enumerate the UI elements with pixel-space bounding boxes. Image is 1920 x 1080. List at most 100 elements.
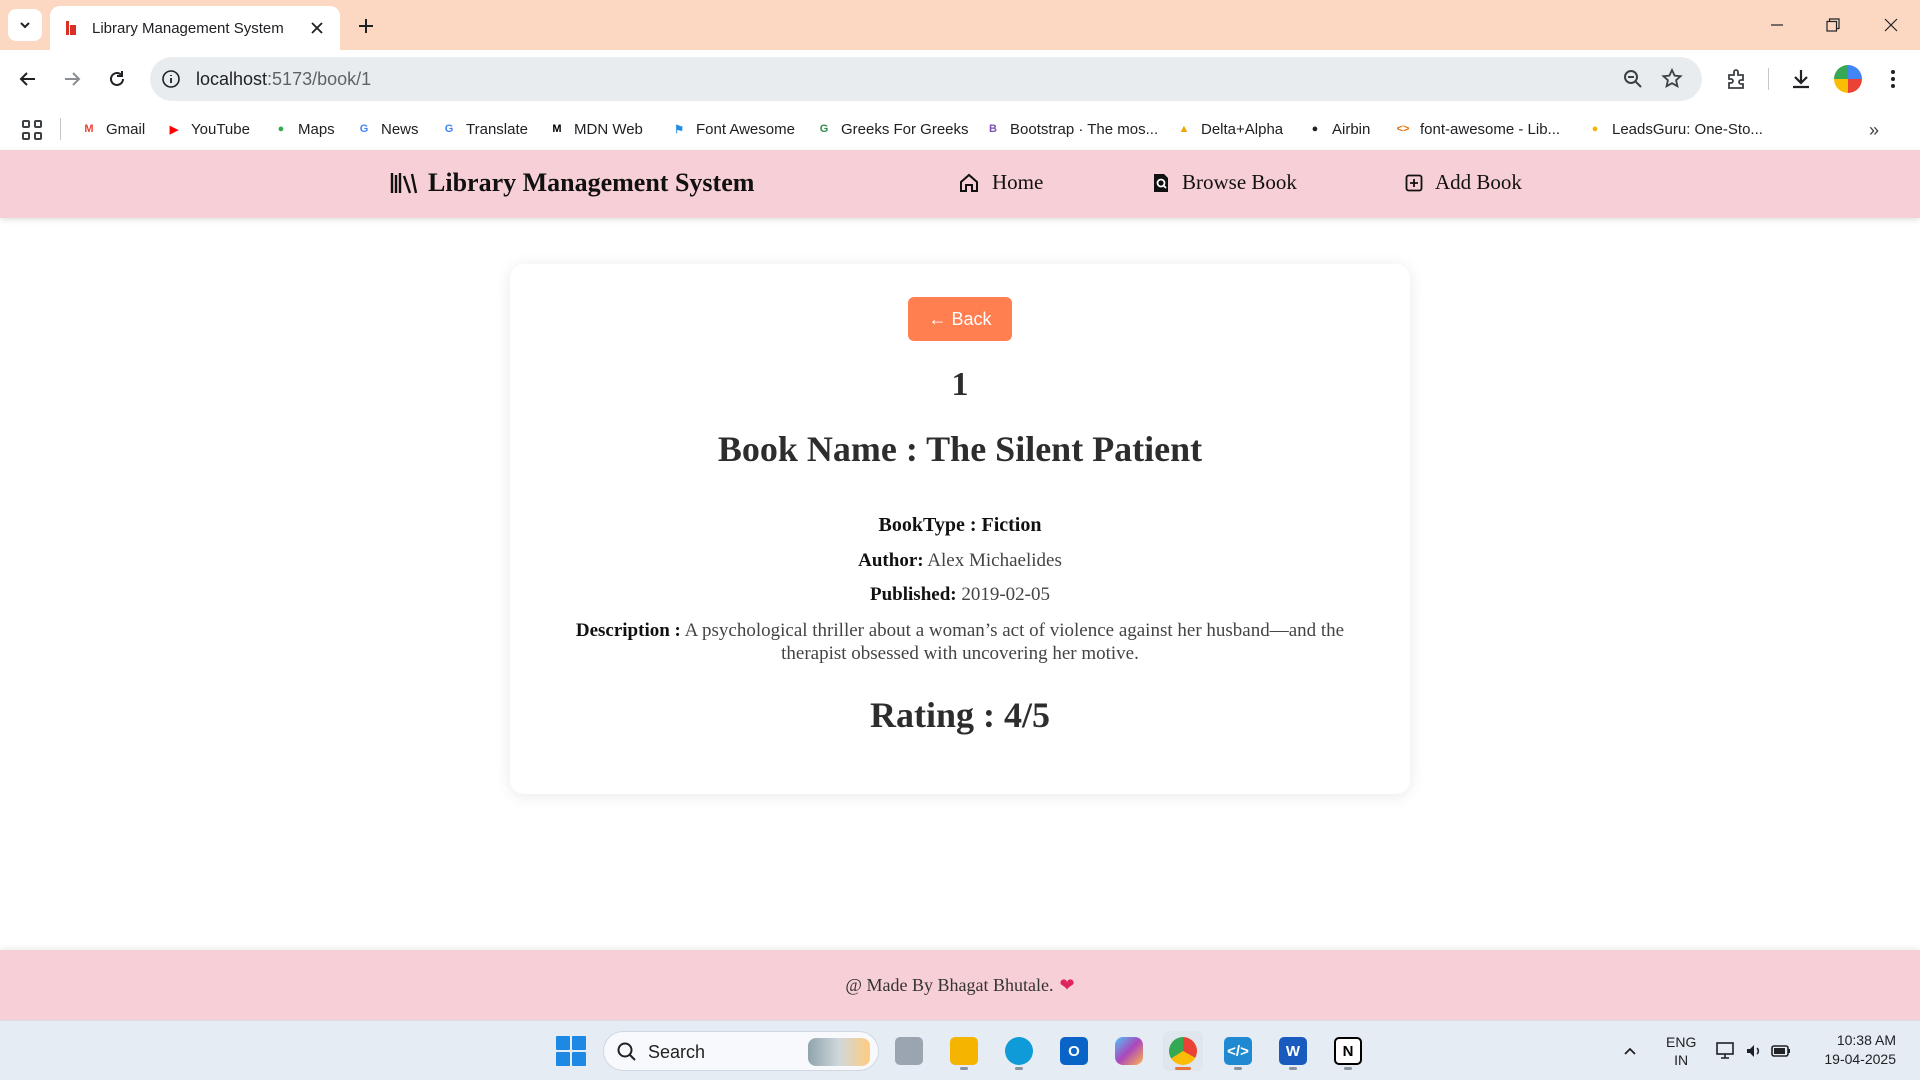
close-tab-icon[interactable] <box>306 17 328 39</box>
search-icon <box>617 1042 636 1061</box>
code-icon: <> <box>1396 123 1410 135</box>
back-nav-button[interactable] <box>12 63 44 95</box>
bookmark-star-icon[interactable] <box>1660 67 1684 91</box>
nav-browse-label: Browse Book <box>1182 170 1297 194</box>
copilot-app[interactable] <box>1109 1031 1149 1071</box>
brand[interactable]: Library Management System <box>390 168 754 198</box>
edge-app[interactable] <box>999 1031 1039 1071</box>
running-indicator <box>1234 1067 1242 1070</box>
arrow-left-icon <box>19 72 35 86</box>
vscode-icon: </> <box>1224 1037 1252 1065</box>
new-tab-button[interactable] <box>352 12 380 40</box>
bookmark-label: Greeks For Greeks <box>841 120 969 138</box>
home-icon <box>960 173 978 192</box>
zoom-icon[interactable] <box>1622 68 1644 90</box>
close-icon <box>1884 18 1898 32</box>
bookmarks-bar: M Gmail ▶ YouTube ● Maps G News G Translate M MDN W… <box>0 108 1920 150</box>
bookmark-item[interactable]: ▶ YouTube <box>165 117 250 141</box>
back-button[interactable]: ← Back <box>908 297 1012 341</box>
clock-date: 19-04-2025 <box>1824 1051 1896 1067</box>
copilot-icon <box>1115 1037 1143 1065</box>
site-info-icon[interactable] <box>160 68 182 90</box>
lang-primary: ENG <box>1666 1034 1697 1050</box>
running-indicator <box>1015 1067 1023 1070</box>
nav-add-label: Add Book <box>1435 170 1522 194</box>
outlook-app[interactable]: O <box>1054 1031 1094 1071</box>
nav-add-book[interactable]: Add Book <box>1405 170 1522 195</box>
close-window-button[interactable] <box>1876 10 1906 40</box>
windows-taskbar: Search O </> W N ENG IN 10:38 AM 19-04-2… <box>0 1020 1920 1080</box>
nav-browse-book[interactable]: Browse Book <box>1152 170 1297 195</box>
lang-region: IN <box>1674 1052 1689 1068</box>
restore-icon <box>1826 18 1840 32</box>
bookmark-item[interactable]: ● Maps <box>272 117 335 141</box>
bookmark-label: Font Awesome <box>696 120 795 138</box>
chevron-up-icon <box>1624 1047 1636 1055</box>
outlook-icon: O <box>1060 1037 1088 1065</box>
chrome-app[interactable] <box>1163 1031 1203 1071</box>
download-icon <box>1793 70 1809 89</box>
nav-home-label: Home <box>992 170 1044 194</box>
profile-avatar[interactable] <box>1834 65 1862 93</box>
book-description: Description : A psychological thriller a… <box>550 619 1370 665</box>
bookmark-item[interactable]: M MDN Web <box>548 117 643 141</box>
restore-button[interactable] <box>1818 10 1848 40</box>
reload-icon <box>110 71 124 86</box>
airbin-icon: ● <box>1311 123 1319 135</box>
browser-menu-button[interactable] <box>1878 64 1908 94</box>
description-value: A psychological thriller about a woman’s… <box>684 620 1345 664</box>
bookmark-item[interactable]: G Greeks For Greeks <box>815 117 969 141</box>
bookmark-label: Bootstrap · The mos... <box>1010 120 1159 138</box>
edge-icon <box>1005 1037 1033 1065</box>
plus-icon <box>359 19 373 33</box>
bookmark-item[interactable]: ▲ Delta+Alpha <box>1175 117 1284 141</box>
windows-start-icon[interactable] <box>556 1036 586 1066</box>
bookmark-item[interactable]: G News <box>355 117 419 141</box>
description-label: Description : <box>575 620 681 641</box>
bootstrap-icon: B <box>989 123 997 135</box>
bookmark-item[interactable]: G Translate <box>440 117 528 141</box>
language-indicator[interactable]: ENG IN <box>1666 1033 1696 1069</box>
apps-grid-icon[interactable] <box>20 118 44 142</box>
word-app[interactable]: W <box>1273 1031 1313 1071</box>
author-value: Alex Michaelides <box>927 550 1062 571</box>
running-indicator <box>1344 1067 1352 1070</box>
bookmark-item[interactable]: ● LeadsGuru: One-Sto... <box>1586 117 1763 141</box>
file-explorer-app[interactable] <box>944 1031 984 1071</box>
downloads-button[interactable] <box>1786 64 1816 94</box>
extensions-button[interactable] <box>1722 64 1752 94</box>
show-hidden-icons-button[interactable] <box>1622 1021 1638 1080</box>
plus-square-icon <box>1405 174 1423 191</box>
brand-title: Library Management System <box>428 168 755 197</box>
nav-home[interactable]: Home <box>958 170 1043 195</box>
browser-tab-active[interactable]: Library Management System <box>50 6 340 50</box>
system-tray-icons[interactable] <box>1716 1021 1792 1080</box>
taskbar-search-label: Search <box>648 1042 706 1062</box>
bookmark-label: News <box>381 120 419 138</box>
footer-text: @ Made By Bhagat Bhutale. <box>845 974 1054 995</box>
reload-button[interactable] <box>101 63 133 95</box>
address-bar[interactable]: localhost:5173/book/1 <box>150 57 1702 101</box>
notion-app[interactable]: N <box>1328 1031 1368 1071</box>
task-view-app[interactable] <box>889 1031 929 1071</box>
bookmark-item[interactable]: ⚑ Font Awesome <box>670 117 795 141</box>
browser-tab-bar: Library Management System <box>0 0 1920 50</box>
bookmark-item[interactable]: M Gmail <box>80 117 145 141</box>
book-search-icon <box>1154 173 1168 192</box>
delta-alpha-icon: ▲ <box>1178 123 1190 135</box>
bookmark-item[interactable]: <> font-awesome - Lib... <box>1394 117 1561 141</box>
bookmark-item[interactable]: B Bootstrap · The mos... <box>984 117 1158 141</box>
minimize-button[interactable] <box>1762 10 1792 40</box>
bookmark-item[interactable]: ● Airbin <box>1306 117 1371 141</box>
tab-title: Library Management System <box>92 19 284 37</box>
search-highlight-icon <box>808 1038 870 1066</box>
forward-nav-button[interactable] <box>56 63 88 95</box>
bookmark-label: Gmail <box>106 120 146 138</box>
taskbar-search[interactable]: Search <box>603 1031 879 1071</box>
vscode-app[interactable]: </> <box>1218 1031 1258 1071</box>
book-published: Published: 2019-02-05 <box>510 584 1410 606</box>
taskbar-clock[interactable]: 10:38 AM 19-04-2025 <box>1810 1031 1896 1069</box>
app-navbar: Library Management System Home Browse Bo… <box>0 150 1920 218</box>
tab-search-button[interactable] <box>8 9 42 41</box>
more-bookmarks-icon[interactable]: » <box>1862 118 1886 142</box>
